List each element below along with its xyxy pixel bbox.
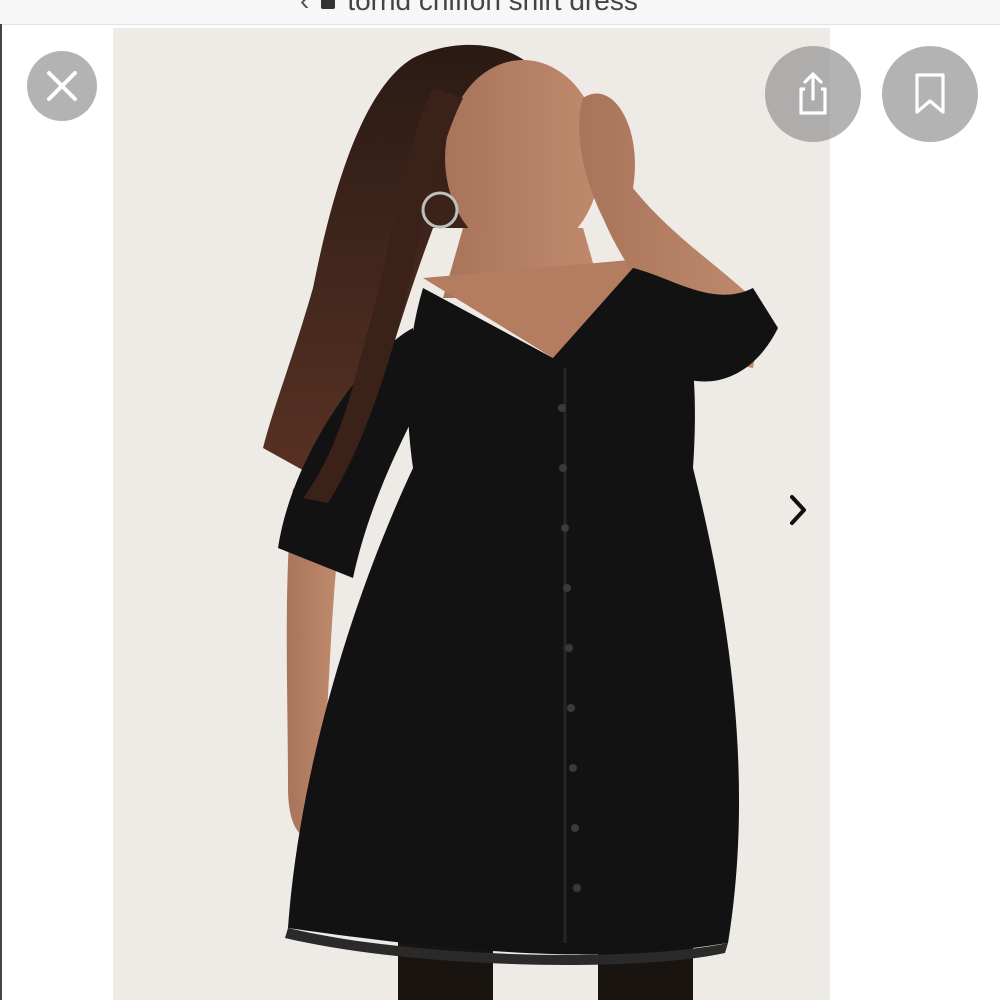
bookmark-icon [915, 73, 945, 114]
lock-icon [321, 0, 336, 9]
search-query[interactable]: ‹ torrid chiffon shirt dress [300, 0, 638, 16]
close-button[interactable] [27, 51, 97, 121]
chevron-right-icon [790, 495, 806, 525]
share-icon [799, 72, 827, 115]
search-query-text: torrid chiffon shirt dress [347, 0, 638, 16]
back-icon[interactable]: ‹ [300, 0, 309, 17]
page-edge-divider [0, 24, 2, 1000]
model-in-dress-image [113, 28, 830, 1000]
product-photo[interactable] [113, 28, 830, 1000]
bookmark-button[interactable] [882, 46, 978, 142]
next-image-button[interactable] [780, 488, 816, 532]
close-icon [47, 71, 77, 101]
share-button[interactable] [765, 46, 861, 142]
browser-address-bar[interactable]: ‹ torrid chiffon shirt dress [0, 0, 1000, 25]
